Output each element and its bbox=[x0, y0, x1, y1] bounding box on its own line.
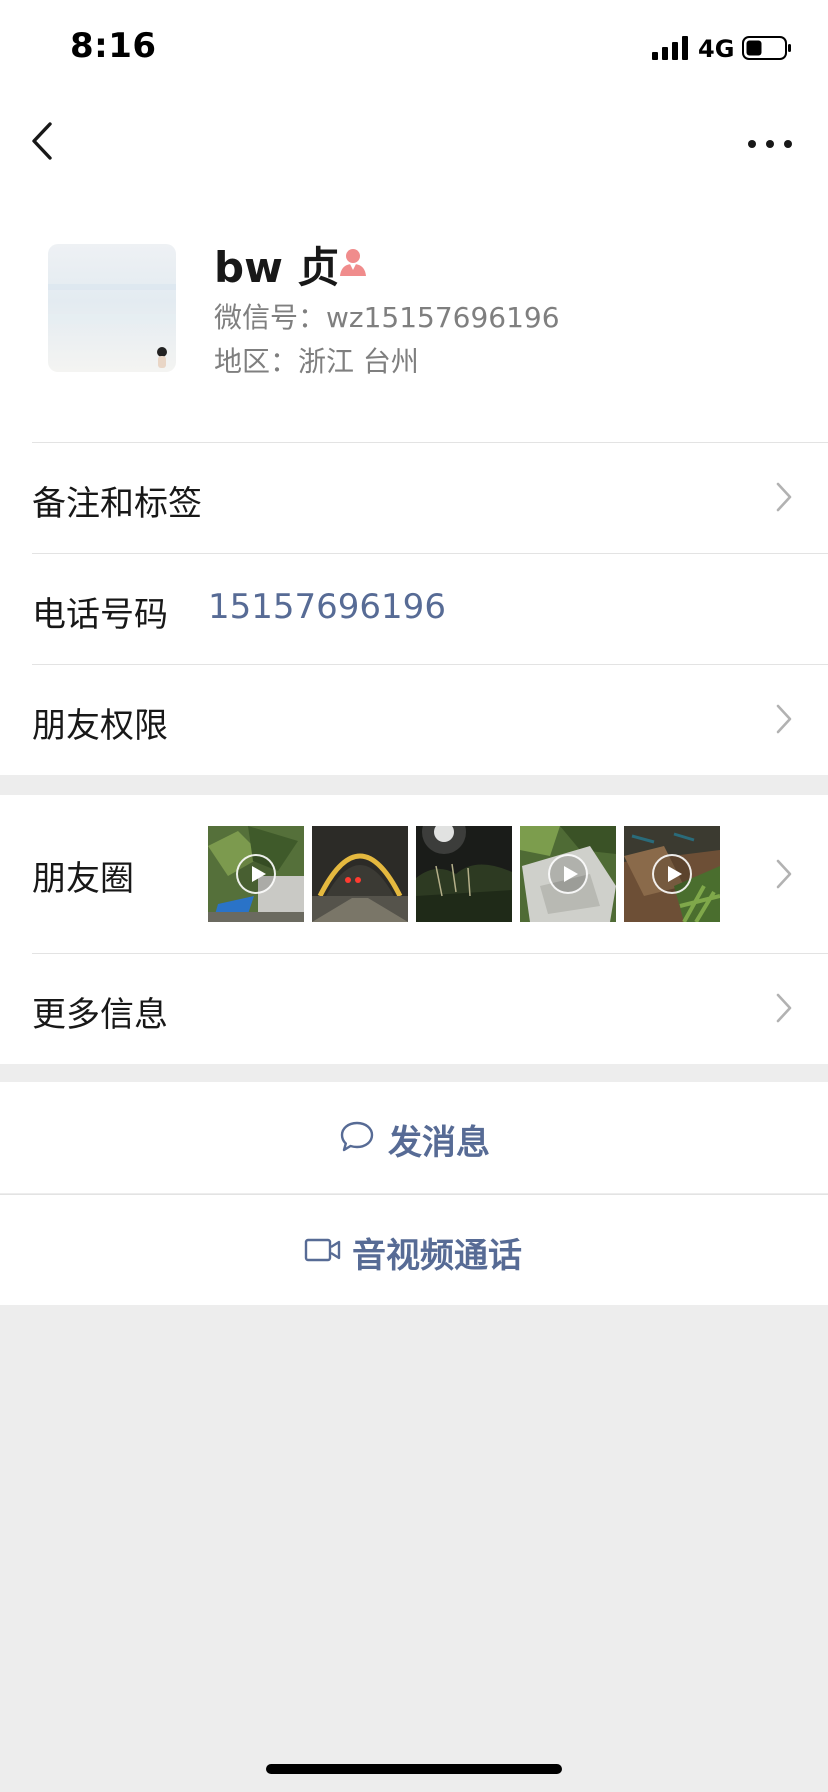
more-horizontal-icon[interactable] bbox=[744, 124, 796, 164]
more-info-label: 更多信息 bbox=[32, 995, 168, 1035]
chevron-right-icon bbox=[776, 482, 792, 512]
more-info-row[interactable]: 更多信息 bbox=[0, 953, 828, 1064]
divider bbox=[32, 442, 828, 443]
phone-row: 电话号码 15157696196 bbox=[0, 553, 828, 664]
cellular-signal-icon bbox=[652, 36, 688, 60]
moments-thumbnail bbox=[520, 826, 616, 922]
wechat-id: 微信号：wz15157696196 bbox=[214, 301, 560, 334]
chevron-right-icon bbox=[776, 859, 792, 889]
chat-bubble-icon bbox=[340, 1121, 374, 1152]
moments-thumbnail bbox=[624, 826, 720, 922]
divider bbox=[32, 664, 828, 665]
moments-label: 朋友圈 bbox=[32, 859, 134, 899]
moments-row[interactable]: 朋友圈 bbox=[0, 795, 828, 953]
region: 地区：浙江 台州 bbox=[214, 345, 419, 378]
video-call-button[interactable]: 音视频通话 bbox=[0, 1194, 828, 1305]
play-icon bbox=[548, 854, 588, 894]
chevron-left-icon[interactable] bbox=[22, 118, 62, 164]
home-indicator bbox=[266, 1764, 562, 1774]
remarks-tags-label: 备注和标签 bbox=[32, 484, 202, 524]
friend-permissions-label: 朋友权限 bbox=[32, 706, 168, 746]
phone-label: 电话号码 bbox=[32, 595, 168, 635]
divider bbox=[32, 953, 828, 954]
friend-permissions-row[interactable]: 朋友权限 bbox=[0, 664, 828, 775]
moments-thumbnail bbox=[416, 826, 512, 922]
status-bar: 8:16 4G bbox=[0, 0, 828, 100]
profile-header: bw 贞 微信号：wz15157696196 地区：浙江 台州 bbox=[0, 190, 828, 442]
play-icon bbox=[236, 854, 276, 894]
status-time: 8:16 bbox=[70, 26, 157, 66]
moments-thumbnail bbox=[312, 826, 408, 922]
nav-bar bbox=[0, 100, 828, 190]
avatar[interactable] bbox=[48, 244, 176, 372]
network-type: 4G bbox=[698, 35, 735, 63]
profile-name: bw 贞 bbox=[214, 243, 340, 292]
remarks-tags-row[interactable]: 备注和标签 bbox=[0, 442, 828, 553]
video-call-label: 音视频通话 bbox=[352, 1236, 522, 1276]
chevron-right-icon bbox=[776, 993, 792, 1023]
send-message-label: 发消息 bbox=[388, 1123, 490, 1163]
moments-thumbnail bbox=[208, 826, 304, 922]
play-icon bbox=[652, 854, 692, 894]
battery-icon bbox=[742, 36, 791, 60]
phone-value[interactable]: 15157696196 bbox=[208, 587, 446, 627]
chevron-right-icon bbox=[776, 704, 792, 734]
divider bbox=[32, 553, 828, 554]
send-message-button[interactable]: 发消息 bbox=[0, 1082, 828, 1193]
video-camera-icon bbox=[304, 1238, 341, 1262]
female-icon bbox=[340, 249, 366, 276]
